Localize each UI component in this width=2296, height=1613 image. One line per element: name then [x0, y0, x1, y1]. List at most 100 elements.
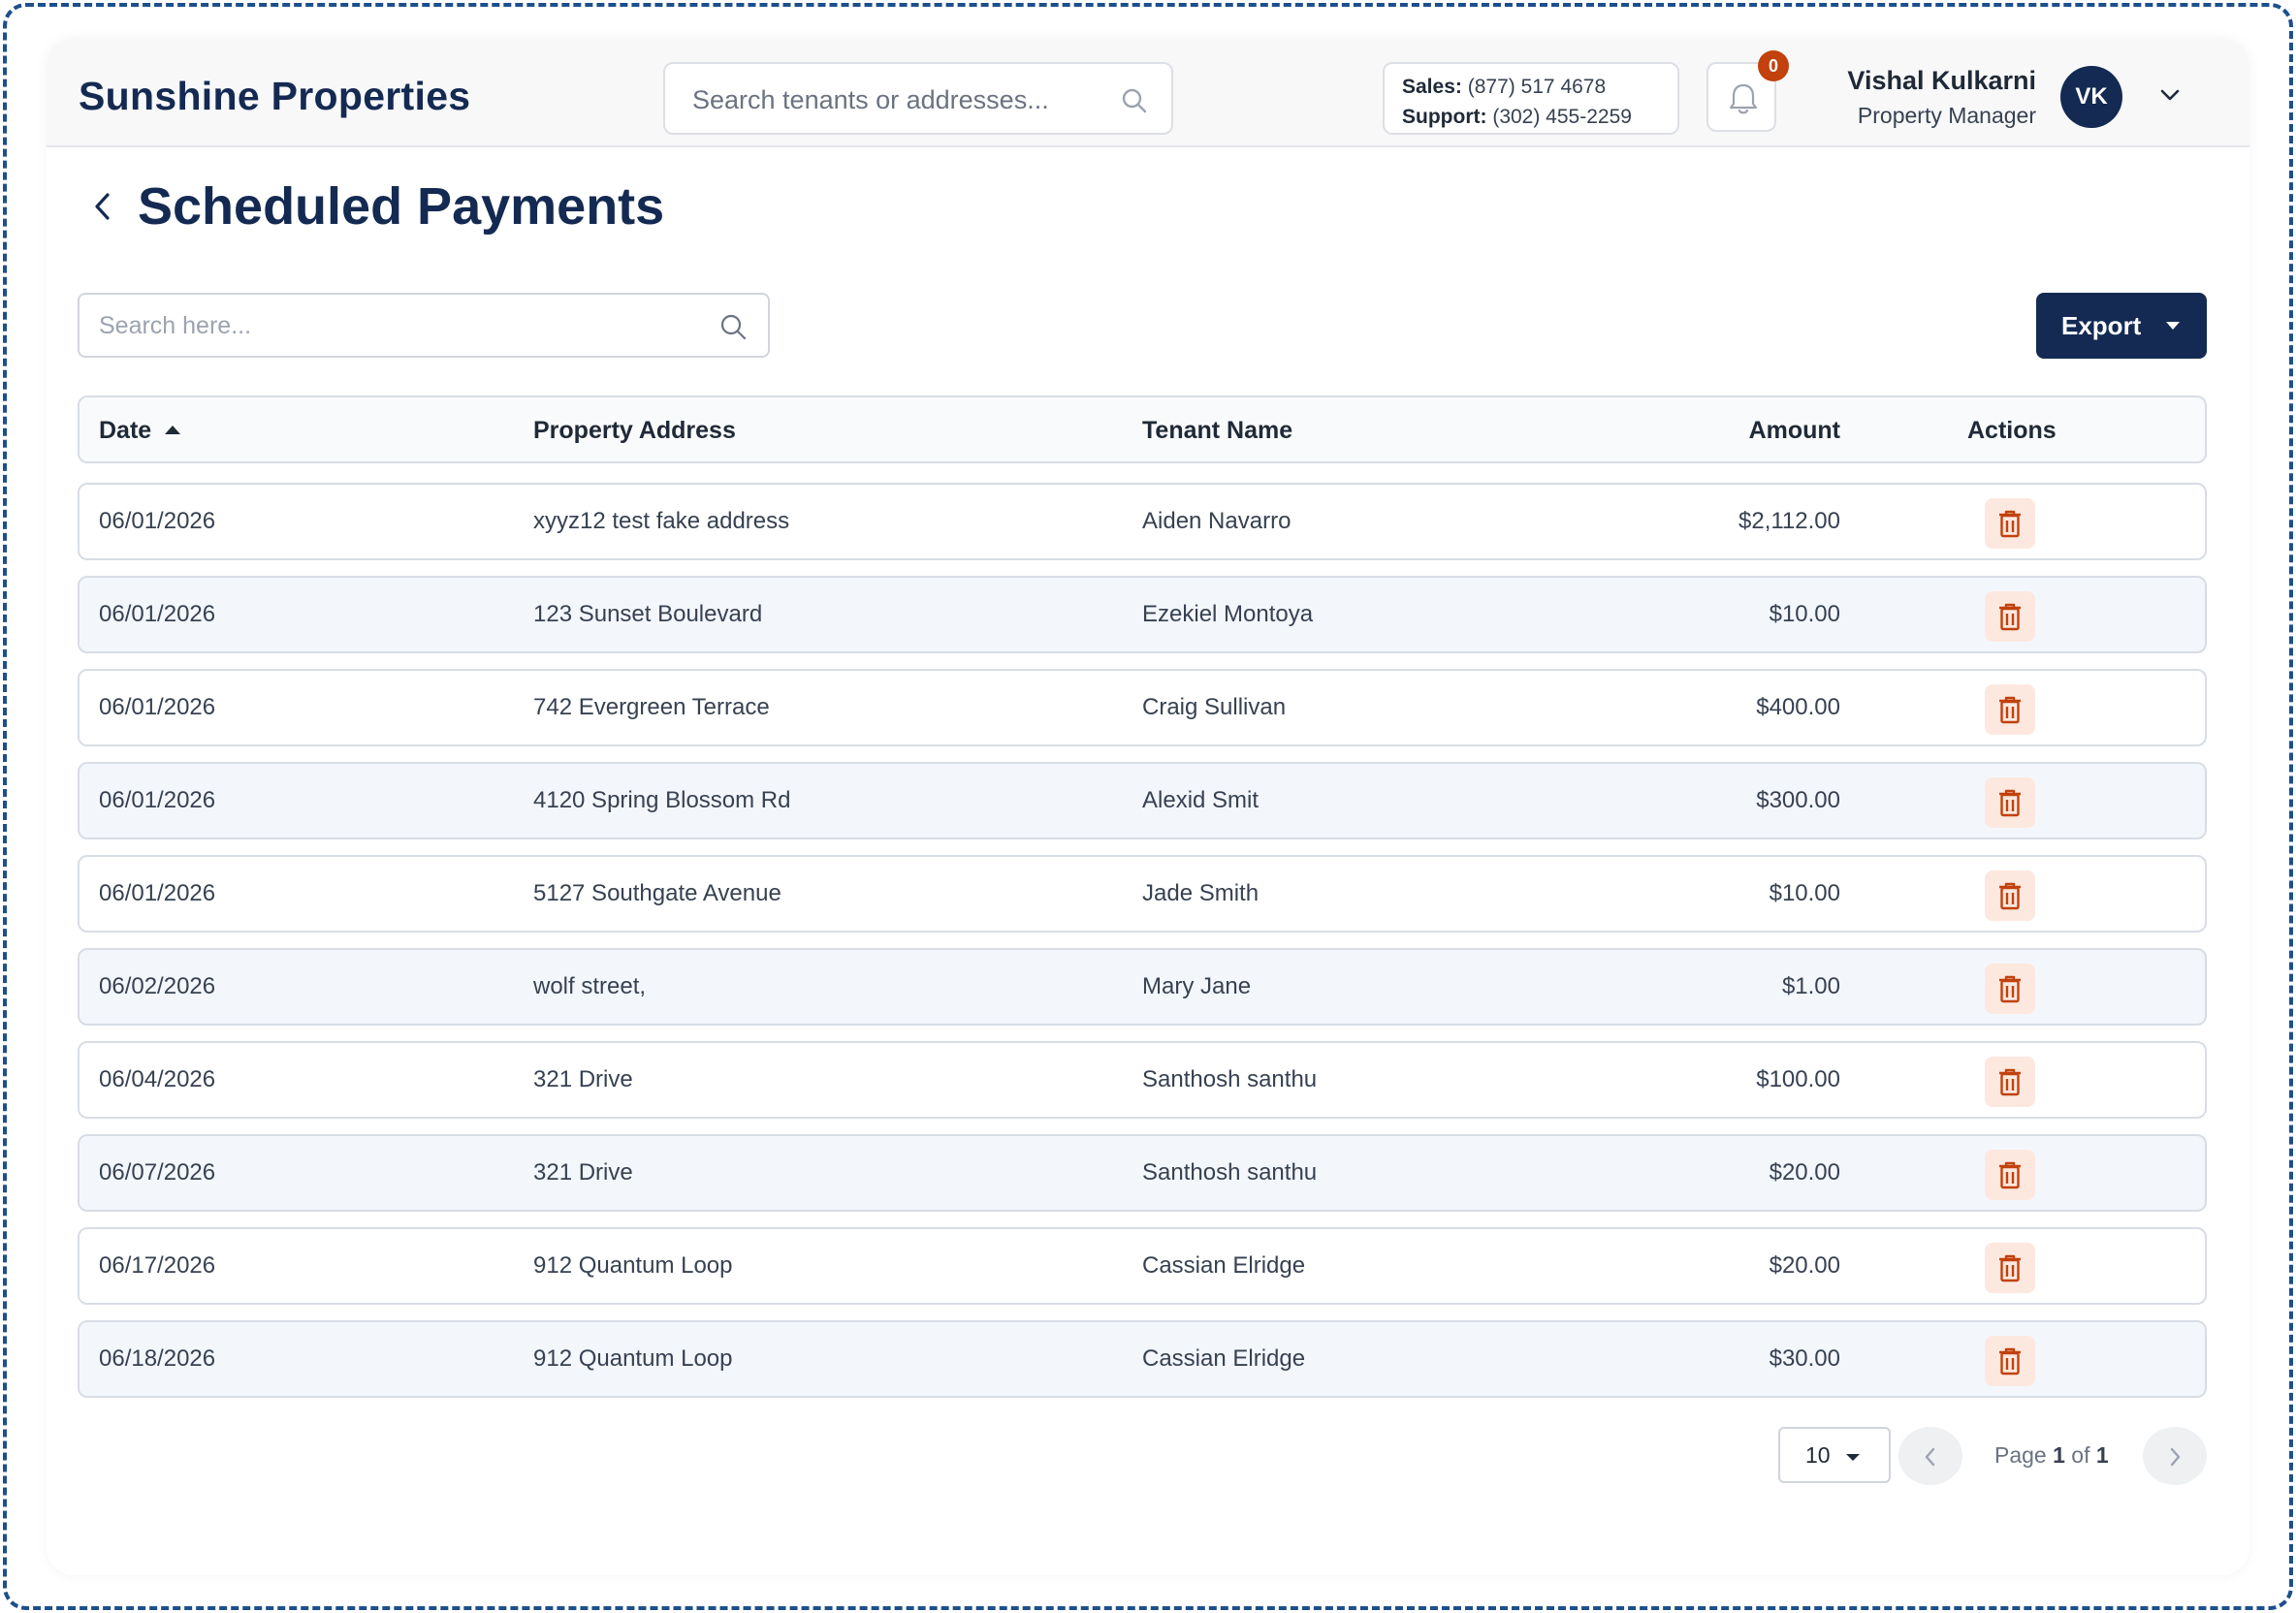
table-row: 06/01/2026 4120 Spring Blossom Rd Alexid…	[78, 762, 2207, 839]
cell-address: 912 Quantum Loop	[533, 1252, 733, 1279]
cell-date: 06/02/2026	[99, 973, 216, 999]
cell-amount: $300.00	[1756, 787, 1840, 813]
notification-badge: 0	[1758, 50, 1789, 81]
column-tenant: Tenant Name	[1142, 417, 1293, 444]
trash-icon	[1999, 882, 2021, 910]
delete-button[interactable]	[1985, 964, 2035, 1014]
cell-address: 321 Drive	[533, 1159, 633, 1186]
column-address: Property Address	[533, 417, 736, 444]
export-label: Export	[2061, 310, 2142, 340]
column-actions: Actions	[1967, 417, 2057, 444]
cell-amount: $1.00	[1781, 973, 1840, 999]
rows-per-page-value: 10	[1805, 1442, 1831, 1468]
cell-date: 06/18/2026	[99, 1345, 216, 1372]
cell-amount: $10.00	[1769, 880, 1840, 906]
export-button[interactable]: Export	[2036, 293, 2207, 359]
page-title: Scheduled Payments	[138, 177, 665, 236]
trash-icon	[1999, 1161, 2021, 1189]
cell-amount: $20.00	[1769, 1159, 1840, 1186]
global-search-input[interactable]	[692, 81, 1100, 118]
trash-icon	[1999, 1254, 2021, 1282]
trash-icon	[1999, 975, 2021, 1003]
delete-button[interactable]	[1985, 1336, 2035, 1386]
cell-address: 5127 Southgate Avenue	[533, 880, 781, 906]
delete-button[interactable]	[1985, 684, 2035, 735]
sales-label: Sales:	[1402, 76, 1462, 98]
cell-date: 06/04/2026	[99, 1066, 216, 1092]
cell-address: 321 Drive	[533, 1066, 633, 1092]
column-date-label: Date	[99, 417, 152, 444]
cell-address: 912 Quantum Loop	[533, 1345, 733, 1372]
delete-button[interactable]	[1985, 870, 2035, 921]
page-indicator: Page 1 of 1	[1994, 1442, 2109, 1469]
total-pages: 1	[2095, 1442, 2109, 1468]
cell-address: xyyz12 test fake address	[533, 508, 790, 534]
next-page-button[interactable]	[2143, 1427, 2207, 1485]
cell-date: 06/01/2026	[99, 601, 216, 627]
table-search-input[interactable]	[99, 308, 681, 343]
top-header: Sunshine Properties Sales: (877) 517 467…	[47, 39, 2249, 147]
table-row: 06/01/2026 xyyz12 test fake address Aide…	[78, 483, 2207, 560]
cell-address: 123 Sunset Boulevard	[533, 601, 763, 627]
table-header: Date Property Address Tenant Name Amount…	[78, 395, 2207, 463]
sales-phone[interactable]: (877) 517 4678	[1468, 76, 1606, 98]
cell-tenant: Ezekiel Montoya	[1142, 601, 1314, 627]
delete-button[interactable]	[1985, 591, 2035, 642]
cell-date: 06/07/2026	[99, 1159, 216, 1186]
delete-button[interactable]	[1985, 1150, 2035, 1200]
cell-date: 06/01/2026	[99, 880, 216, 906]
caret-down-icon	[2166, 322, 2180, 330]
trash-icon	[1999, 1068, 2021, 1096]
trash-icon	[1999, 1347, 2021, 1376]
cell-amount: $10.00	[1769, 601, 1840, 627]
cell-tenant: Cassian Elridge	[1142, 1345, 1306, 1372]
brand-title: Sunshine Properties	[79, 74, 471, 118]
global-search	[663, 62, 1173, 135]
cell-tenant: Santhosh santhu	[1142, 1159, 1318, 1186]
cell-tenant: Cassian Elridge	[1142, 1252, 1306, 1279]
caret-down-icon	[1846, 1454, 1860, 1461]
search-icon[interactable]	[1121, 87, 1148, 114]
sort-ascending-icon	[165, 426, 181, 434]
table-row: 06/01/2026 742 Evergreen Terrace Craig S…	[78, 669, 2207, 746]
of-word: of	[2071, 1442, 2090, 1468]
cell-address: 742 Evergreen Terrace	[533, 694, 770, 720]
previous-page-button[interactable]	[1898, 1427, 1962, 1485]
current-page: 1	[2053, 1442, 2065, 1468]
cell-amount: $30.00	[1769, 1345, 1840, 1372]
user-name: Vishal Kulkarni	[1847, 66, 2036, 95]
rows-per-page-select[interactable]: 10	[1778, 1427, 1891, 1483]
cell-tenant: Alexid Smit	[1142, 787, 1260, 813]
cell-tenant: Mary Jane	[1142, 973, 1252, 999]
trash-icon	[1999, 789, 2021, 817]
cell-amount: $100.00	[1756, 1066, 1840, 1092]
page-word: Page	[1994, 1442, 2047, 1468]
cell-date: 06/17/2026	[99, 1252, 216, 1279]
delete-button[interactable]	[1985, 777, 2035, 828]
chevron-left-icon[interactable]	[91, 190, 114, 228]
column-date[interactable]: Date	[99, 417, 181, 445]
delete-button[interactable]	[1985, 498, 2035, 549]
cell-tenant: Jade Smith	[1142, 880, 1260, 906]
chevron-left-icon	[1925, 1447, 1935, 1467]
table-row: 06/04/2026 321 Drive Santhosh santhu $10…	[78, 1041, 2207, 1119]
cell-address: wolf street,	[533, 973, 647, 999]
user-role: Property Manager	[1857, 103, 2036, 128]
table-row: 06/17/2026 912 Quantum Loop Cassian Elri…	[78, 1227, 2207, 1305]
cell-amount: $20.00	[1769, 1252, 1840, 1279]
table-row: 06/02/2026 wolf street, Mary Jane $1.00	[78, 948, 2207, 1026]
cell-tenant: Aiden Navarro	[1142, 508, 1292, 534]
avatar[interactable]: VK	[2060, 66, 2122, 128]
cell-tenant: Craig Sullivan	[1142, 694, 1287, 720]
chevron-down-icon[interactable]	[2158, 87, 2182, 108]
app-card: Sunshine Properties Sales: (877) 517 467…	[47, 39, 2249, 1575]
bell-icon	[1729, 83, 1758, 114]
cell-amount: $400.00	[1756, 694, 1840, 720]
support-phone[interactable]: (302) 455-2259	[1492, 106, 1632, 128]
column-amount: Amount	[1748, 417, 1840, 444]
search-icon[interactable]	[719, 313, 747, 345]
cell-date: 06/01/2026	[99, 508, 216, 534]
trash-icon	[1999, 696, 2021, 724]
delete-button[interactable]	[1985, 1057, 2035, 1107]
delete-button[interactable]	[1985, 1243, 2035, 1293]
